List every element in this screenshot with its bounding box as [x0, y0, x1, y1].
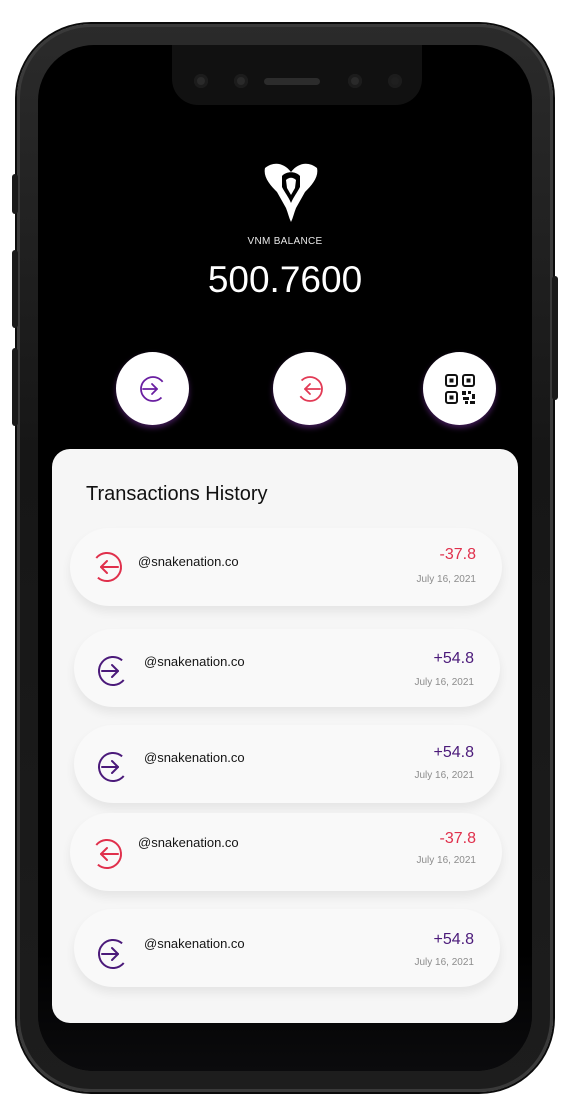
- transaction-date: July 16, 2021: [414, 957, 475, 968]
- transaction-row[interactable]: @snakenation.co +54.8 July 16, 2021: [74, 725, 500, 803]
- transaction-amount: -37.8: [439, 546, 476, 563]
- transaction-amount: -37.8: [439, 830, 476, 847]
- balance-amount: 500.7600: [207, 259, 363, 300]
- power-button: [552, 276, 558, 400]
- incoming-arrow-icon: [98, 939, 128, 969]
- volume-up-button: [12, 250, 18, 328]
- transaction-counterparty: @snakenation.co: [138, 835, 239, 850]
- transaction-row[interactable]: @snakenation.co +54.8 July 16, 2021: [74, 909, 500, 987]
- notch: [172, 45, 422, 105]
- transaction-amount: +54.8: [433, 744, 474, 761]
- outgoing-arrow-icon: [90, 550, 124, 584]
- transaction-date: July 16, 2021: [414, 770, 475, 781]
- outgoing-arrow-icon: [90, 837, 124, 871]
- outgoing-arrow-icon: [92, 839, 122, 869]
- transaction-row[interactable]: @snakenation.co +54.8 July 16, 2021: [74, 629, 500, 707]
- transaction-amount: +54.8: [433, 650, 474, 667]
- incoming-arrow-icon: [98, 656, 128, 686]
- mute-switch: [12, 174, 18, 214]
- outgoing-arrow-icon: [92, 552, 122, 582]
- transaction-date: July 16, 2021: [414, 677, 475, 688]
- incoming-arrow-icon: [96, 937, 130, 971]
- qr-code-button[interactable]: [423, 352, 496, 425]
- transaction-counterparty: @snakenation.co: [144, 654, 245, 669]
- receive-button[interactable]: [116, 352, 189, 425]
- earpiece-speaker: [264, 78, 320, 85]
- transaction-amount: +54.8: [433, 931, 474, 948]
- app-screen: VNM BALANCE 500.7600 Transactions Histor…: [38, 45, 532, 1071]
- transaction-row[interactable]: @snakenation.co -37.8 July 16, 2021: [70, 813, 502, 891]
- transaction-row[interactable]: @snakenation.co -37.8 July 16, 2021: [70, 528, 502, 606]
- login-arrow-icon: [139, 375, 166, 402]
- logout-arrow-icon: [296, 375, 323, 402]
- incoming-arrow-icon: [96, 750, 130, 784]
- transaction-counterparty: @snakenation.co: [144, 936, 245, 951]
- incoming-arrow-icon: [96, 654, 130, 688]
- phone-frame: VNM BALANCE 500.7600 Transactions Histor…: [12, 24, 558, 1092]
- volume-down-button: [12, 348, 18, 426]
- dot-projector-icon: [388, 74, 402, 88]
- proximity-sensor-icon: [348, 74, 362, 88]
- incoming-arrow-icon: [98, 752, 128, 782]
- snake-logo-icon: [264, 163, 318, 222]
- balance-label: VNM BALANCE: [247, 236, 323, 247]
- qr-code-icon: [444, 373, 475, 404]
- send-button[interactable]: [273, 352, 346, 425]
- transaction-counterparty: @snakenation.co: [138, 554, 239, 569]
- transaction-date: July 16, 2021: [416, 574, 477, 585]
- sensor-icon: [194, 74, 208, 88]
- transactions-card: Transactions History @snakenation.co -37.…: [52, 449, 518, 1023]
- transaction-counterparty: @snakenation.co: [144, 750, 245, 765]
- transaction-date: July 16, 2021: [416, 855, 477, 866]
- front-camera-icon: [234, 74, 248, 88]
- transactions-title: Transactions History: [86, 483, 268, 505]
